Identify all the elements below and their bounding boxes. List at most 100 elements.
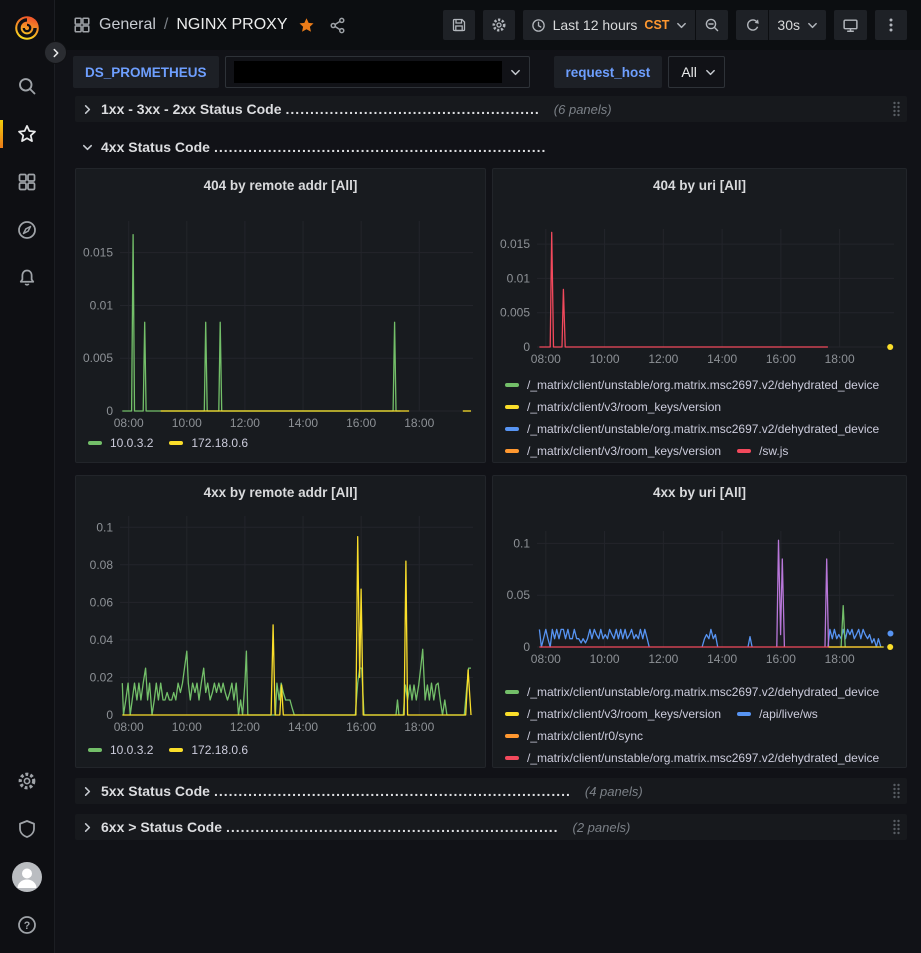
row-header-6xx[interactable]: 6xx > Status Code ......................…: [75, 814, 907, 840]
legend-label: /_matrix/client/v3/room_keys/version: [527, 444, 721, 458]
refresh-button[interactable]: [736, 10, 768, 40]
panel-title[interactable]: 4xx by remote addr [All]: [76, 476, 485, 508]
share-icon[interactable]: [329, 17, 346, 34]
row-drag-handle[interactable]: [892, 783, 901, 802]
legend-item[interactable]: 172.18.0.6: [169, 743, 248, 757]
more-options-button[interactable]: [875, 10, 907, 40]
legend-item[interactable]: /_matrix/client/unstable/org.matrix.msc2…: [505, 685, 879, 699]
chevron-down-icon: [676, 20, 687, 31]
panel-legend: /_matrix/client/unstable/org.matrix.msc2…: [493, 372, 906, 462]
legend-label: 172.18.0.6: [191, 436, 248, 450]
legend-item[interactable]: /_matrix/client/unstable/org.matrix.msc2…: [505, 422, 879, 436]
sidebar-item-alerting[interactable]: [0, 254, 55, 302]
series-line: [828, 629, 881, 647]
series-point: [887, 344, 893, 350]
variable-value-request-host[interactable]: All: [668, 56, 725, 88]
sidebar-item-starred[interactable]: [0, 110, 55, 158]
panel-4xx-by-remote-addr: 4xx by remote addr [All] 08:0010:0012:00…: [75, 475, 486, 768]
time-range-picker[interactable]: Last 12 hours CST: [523, 10, 696, 40]
sidebar-item-profile[interactable]: [0, 853, 55, 901]
x-axis-tick-label: 14:00: [288, 720, 318, 734]
legend-label: /_matrix/client/unstable/org.matrix.msc2…: [527, 751, 879, 765]
time-series-chart[interactable]: 08:0010:0012:0014:0016:0018:0000.020.040…: [76, 508, 483, 740]
row-header-1xx-3xx-2xx[interactable]: 1xx - 3xx - 2xx Status Code ............…: [75, 96, 907, 122]
panel-404-by-remote-addr: 404 by remote addr [All] 08:0010:0012:00…: [75, 168, 486, 463]
legend-item[interactable]: /api/live/ws: [737, 707, 818, 721]
time-series-chart[interactable]: 08:0010:0012:0014:0016:0018:0000.050.1: [493, 508, 904, 676]
variable-label-ds-prometheus[interactable]: DS_PROMETHEUS: [73, 56, 219, 88]
row-leader-dots: ........................................…: [214, 139, 547, 155]
legend-row: /_matrix/client/r0/sync: [505, 725, 906, 747]
zoom-out-time-button[interactable]: [696, 10, 728, 40]
y-axis-tick-label: 0.015: [83, 246, 113, 260]
sidebar-item-search[interactable]: [0, 62, 55, 110]
dashboard-header: General / NGINX PROXY: [55, 0, 921, 50]
legend-swatch: [505, 405, 519, 409]
save-icon: [451, 17, 467, 33]
row-drag-handle[interactable]: [892, 819, 901, 838]
star-filled-icon[interactable]: [298, 17, 315, 34]
legend-item[interactable]: /_matrix/client/v3/room_keys/version: [505, 707, 721, 721]
user-avatar: [12, 862, 42, 892]
variable-label-request-host[interactable]: request_host: [554, 56, 663, 88]
legend-label: /_matrix/client/unstable/org.matrix.msc2…: [527, 422, 879, 436]
time-series-chart[interactable]: 08:0010:0012:0014:0016:0018:0000.0050.01…: [76, 201, 483, 433]
save-dashboard-button[interactable]: [443, 10, 475, 40]
refresh-interval-picker[interactable]: 30s: [769, 10, 826, 40]
legend-row: /_matrix/client/v3/room_keys/version/api…: [505, 703, 906, 725]
row-header-4xx[interactable]: 4xx Status Code ........................…: [75, 134, 907, 160]
sidebar-item-explore[interactable]: [0, 206, 55, 254]
monitor-icon: [842, 17, 859, 34]
star-icon: [17, 124, 37, 144]
shield-icon: [17, 819, 37, 839]
sidebar-item-help[interactable]: ?: [0, 901, 55, 949]
legend-row: /_matrix/client/unstable/org.matrix.msc2…: [505, 418, 906, 440]
legend-item[interactable]: /_matrix/client/v3/room_keys/version: [505, 444, 721, 458]
legend-item[interactable]: 10.0.3.2: [88, 436, 153, 450]
legend-item[interactable]: /_matrix/client/unstable/org.matrix.msc2…: [505, 751, 879, 765]
sidebar-item-dashboards[interactable]: [0, 158, 55, 206]
grafana-logo[interactable]: [7, 8, 47, 48]
apps-grid-icon[interactable]: [73, 16, 91, 34]
panel-title[interactable]: 404 by uri [All]: [493, 169, 906, 201]
sidebar-expand-button[interactable]: [44, 41, 67, 64]
row-leader-dots: ........................................…: [286, 101, 540, 117]
time-series-chart[interactable]: 08:0010:0012:0014:0016:0018:0000.0050.01…: [493, 201, 904, 369]
y-axis-tick-label: 0.005: [500, 306, 530, 320]
panel-title[interactable]: 4xx by uri [All]: [493, 476, 906, 508]
help-icon: ?: [17, 915, 37, 935]
legend-item[interactable]: 172.18.0.6: [169, 436, 248, 450]
x-axis-tick-label: 12:00: [230, 416, 260, 430]
y-axis-tick-label: 0: [523, 640, 530, 654]
legend-item[interactable]: /_matrix/client/unstable/org.matrix.msc2…: [505, 378, 879, 392]
legend-item[interactable]: /_matrix/client/r0/sync: [505, 729, 643, 743]
x-axis-tick-label: 10:00: [590, 652, 620, 666]
legend-item[interactable]: /sw.js: [737, 444, 788, 458]
x-axis-tick-label: 14:00: [707, 352, 737, 366]
x-axis-tick-label: 16:00: [766, 352, 796, 366]
x-axis-tick-label: 10:00: [172, 416, 202, 430]
x-axis-tick-label: 16:00: [346, 720, 376, 734]
legend-item[interactable]: 10.0.3.2: [88, 743, 153, 757]
x-axis-tick-label: 12:00: [648, 652, 678, 666]
panel-title[interactable]: 404 by remote addr [All]: [76, 169, 485, 201]
sidebar-item-configuration[interactable]: [0, 757, 55, 805]
variable-selected-value: All: [681, 64, 697, 80]
dashboard-settings-button[interactable]: [483, 10, 515, 40]
series-line: [122, 649, 471, 715]
tv-mode-button[interactable]: [834, 10, 867, 40]
legend-swatch: [505, 383, 519, 387]
x-axis-tick-label: 14:00: [707, 652, 737, 666]
row-drag-handle[interactable]: [892, 101, 901, 120]
row-header-5xx[interactable]: 5xx Status Code ........................…: [75, 778, 907, 804]
series-point: [887, 631, 893, 637]
variable-value-ds-prometheus[interactable]: [225, 56, 530, 88]
legend-item[interactable]: /_matrix/client/v3/room_keys/version: [505, 400, 721, 414]
legend-label: /_matrix/client/unstable/org.matrix.msc2…: [527, 685, 879, 699]
legend-row: /_matrix/client/v3/room_keys/version/sw.…: [505, 440, 906, 462]
dashboard-title[interactable]: NGINX PROXY: [176, 16, 287, 34]
sidebar-item-server-admin[interactable]: [0, 805, 55, 853]
chevron-down-icon: [705, 67, 716, 78]
panel-legend: 10.0.3.2 172.18.0.6: [76, 436, 485, 450]
breadcrumb-folder[interactable]: General: [99, 16, 156, 34]
